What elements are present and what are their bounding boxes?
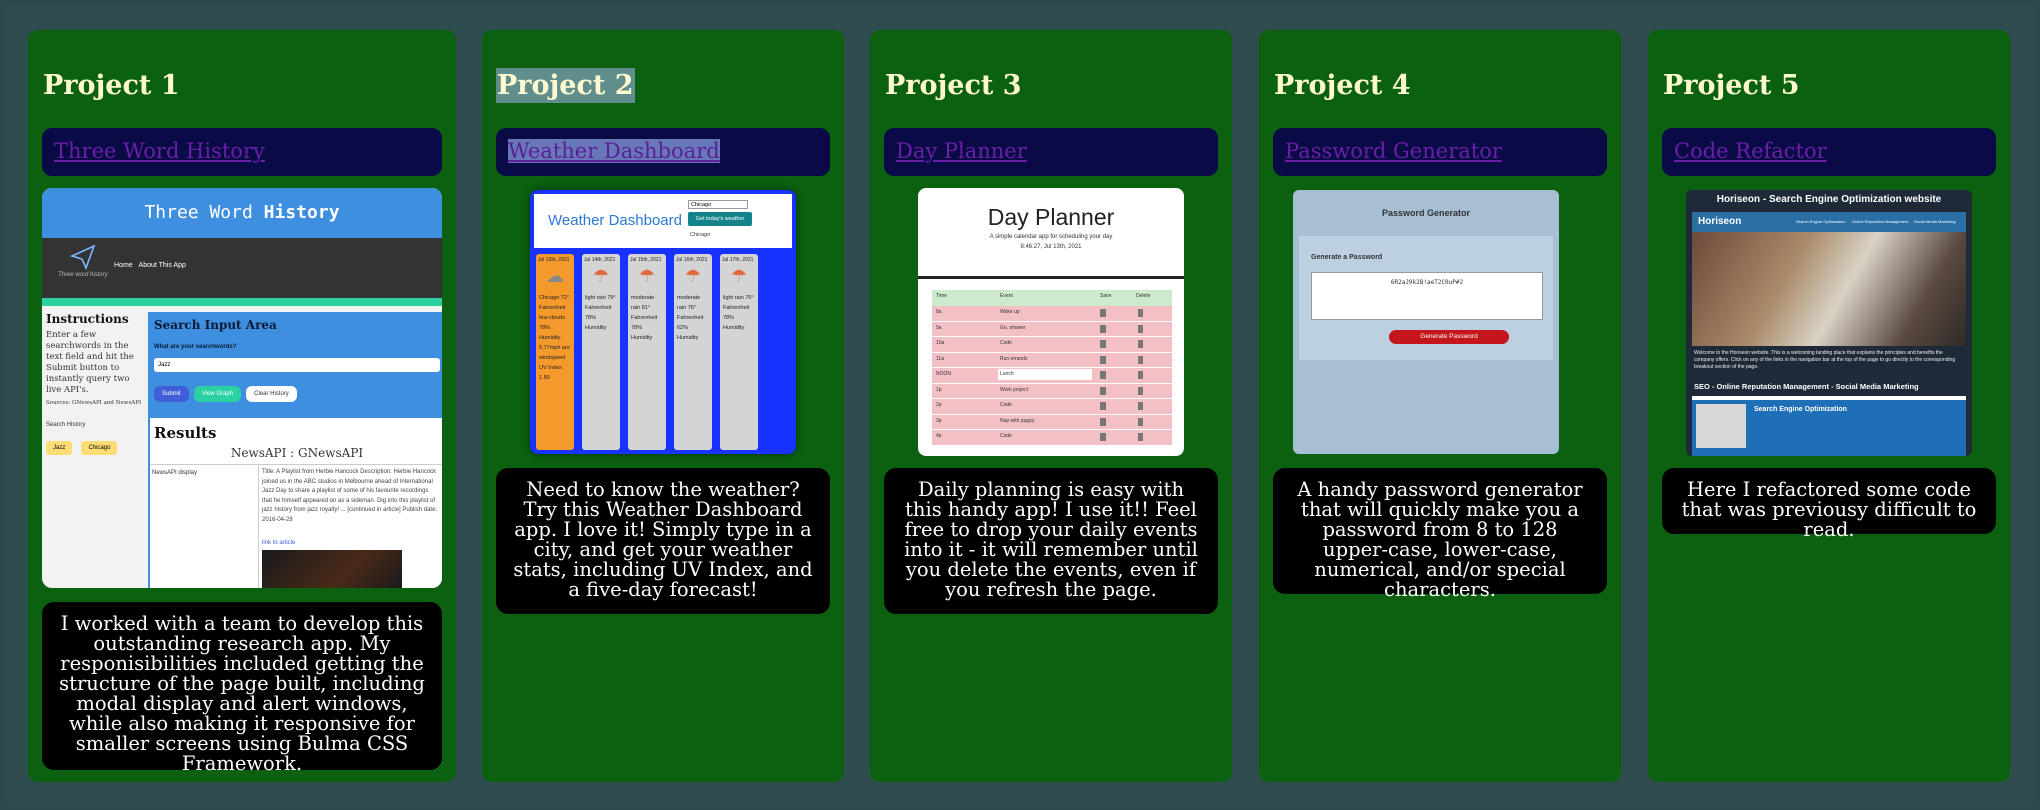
project-link-box: Code Refactor [1662, 128, 1996, 176]
forecast-day-4: Jul 16th, 2021 ☂ moderate rain 76° Fahre… [674, 254, 712, 450]
forecast-day-1: Jul 13th, 2021 ☁ Chicago 72° Fahrenheit … [536, 254, 574, 450]
trash-icon [1138, 386, 1143, 395]
planner-event: Code [1000, 402, 1012, 408]
planner-row: 3p Nap with puppy [932, 414, 1172, 430]
trash-icon [1138, 324, 1143, 333]
save-icon [1100, 371, 1106, 379]
planner-row: 2p Code [932, 399, 1172, 415]
preview-instructions: Instructions Enter a few searchwords in … [46, 312, 146, 455]
planner-time: 3p [936, 417, 942, 424]
project-description: Need to know the weather? Try this Weath… [496, 468, 830, 614]
planner-row: 9a Go, shower [932, 321, 1172, 337]
article-image [262, 550, 402, 588]
planner-event: Lunch [998, 369, 1092, 380]
project-card-2: Project 2 Weather Dashboard Weather Dash… [482, 30, 844, 782]
save-icon [1100, 324, 1106, 333]
project-description: A handy password generator that will qui… [1273, 468, 1607, 600]
planner-event: Nap with puppy [1000, 417, 1035, 424]
paper-plane-icon [70, 244, 96, 270]
project-description: Here I refactored some code that was pre… [1662, 468, 1996, 540]
project-title: Project 4 [1274, 70, 1411, 101]
planner-event: Run errands [1000, 355, 1028, 362]
planner-event: Code [1000, 433, 1012, 439]
planner-row: 11a Run errands [932, 352, 1172, 368]
save-icon [1100, 355, 1106, 364]
planner-row: NOON Lunch [932, 368, 1172, 384]
project-screenshot[interactable]: Password Generator Generate a Password 6… [1293, 190, 1559, 454]
save-icon [1100, 402, 1106, 410]
planner-event: Wake up [1000, 309, 1020, 315]
project-card-3: Project 3 Day Planner Day Planner A simp… [870, 30, 1232, 782]
planner-time: NOON [936, 371, 951, 377]
project-link[interactable]: Code Refactor [1674, 139, 1827, 163]
trash-icon [1138, 402, 1143, 410]
hero-image [1692, 232, 1966, 346]
planner-event: Go, shower [1000, 324, 1026, 331]
password-output: 6R2aJ9k2B!aeT2C0uP#2 [1311, 272, 1543, 320]
project-card-5: Project 5 Code Refactor Horiseon - Searc… [1648, 30, 2010, 782]
planner-event: Code [1000, 340, 1012, 346]
trash-icon [1138, 371, 1143, 379]
trash-icon [1138, 417, 1143, 426]
project-link[interactable]: Day Planner [896, 139, 1027, 163]
planner-event: Work project [1000, 386, 1028, 393]
project-screenshot[interactable]: Day Planner A simple calendar app for sc… [918, 188, 1184, 456]
project-link-box: Day Planner [884, 128, 1218, 176]
planner-header-row: Time Event Save Delete [932, 290, 1172, 306]
planner-row: 1p Work project [932, 383, 1172, 399]
project-title: Project 5 [1663, 70, 1800, 101]
forecast-day-5: Jul 17th, 2021 ☂ light rain 76° Fahrenhe… [720, 254, 758, 450]
save-icon [1100, 386, 1106, 395]
planner-time: 2p [936, 402, 942, 408]
rain-icon: ☂ [684, 266, 702, 287]
planner-row: 4p Code [932, 430, 1172, 446]
planner-row: 8a Wake up [932, 306, 1172, 322]
project-screenshot[interactable]: Horiseon - Search Engine Optimization we… [1686, 190, 1972, 456]
project-title: Project 2 [496, 68, 635, 103]
planner-rows: 8a Wake up 9a Go, shower 10a Code 11a Run erran… [932, 306, 1172, 446]
rain-icon: ☂ [638, 266, 656, 287]
save-icon [1100, 417, 1106, 426]
project-link[interactable]: Weather Dashboard [508, 139, 720, 163]
planner-time: 9a [936, 324, 942, 331]
project-link[interactable]: Three Word History [54, 139, 265, 163]
save-icon [1100, 309, 1106, 317]
planner-row: 10a Code [932, 337, 1172, 353]
rain-icon: ☂ [592, 266, 610, 287]
project-card-1: Project 1 Three Word History Three Word … [28, 30, 456, 782]
preview-header: Three Word History [42, 188, 442, 238]
trash-icon [1138, 340, 1143, 348]
project-description: Daily planning is easy with this handy a… [884, 468, 1218, 614]
forecast-day-2: Jul 14th, 2021 ☂ light rain 79° Fahrenhe… [582, 254, 620, 450]
trash-icon [1138, 309, 1143, 317]
planner-time: 4p [936, 433, 942, 439]
project-description: I worked with a team to develop this out… [42, 602, 442, 774]
project-link[interactable]: Password Generator [1285, 139, 1502, 163]
project-title: Project 1 [43, 70, 180, 101]
project-link-box: Password Generator [1273, 128, 1607, 176]
planner-time: 8a [936, 309, 942, 315]
planner-time: 10a [936, 340, 945, 346]
generate-password-button: Generate Password [1389, 330, 1509, 344]
preview-navbar: Three word history Home About This App [42, 238, 442, 298]
preview-navbar: Horiseon Search Engine Optimization Onli… [1692, 212, 1966, 232]
project-link-box: Weather Dashboard [496, 128, 830, 176]
save-icon [1100, 340, 1106, 348]
project-title: Project 3 [885, 70, 1022, 101]
forecast-day-3: Jul 15th, 2021 ☂ moderate rain 81° Fahre… [628, 254, 666, 450]
save-icon [1100, 433, 1106, 441]
section-image [1696, 404, 1746, 448]
project-screenshot[interactable]: Three Word History Three word history Ho… [42, 188, 442, 588]
trash-icon [1138, 355, 1143, 364]
planner-time: 11a [936, 355, 944, 362]
project-link-box: Three Word History [42, 128, 442, 176]
search-input: Jazz [154, 358, 440, 372]
cloud-icon: ☁ [546, 266, 564, 287]
project-screenshot[interactable]: Weather Dashboard Chicago Get today's we… [530, 190, 796, 454]
rain-icon: ☂ [730, 266, 748, 287]
project-card-4: Project 4 Password Generator Password Ge… [1259, 30, 1621, 782]
planner-time: 1p [936, 386, 942, 393]
trash-icon [1138, 433, 1143, 441]
preview-header: Weather Dashboard Chicago Get today's we… [534, 194, 792, 248]
